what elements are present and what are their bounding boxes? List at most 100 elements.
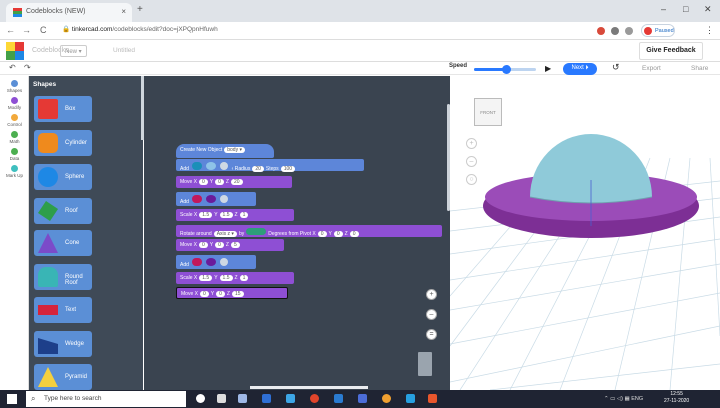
shape-block-box[interactable]: Box [34,96,92,122]
shape-block-cone[interactable]: Cone [34,230,92,256]
move-y-input[interactable]: 0 [215,242,224,248]
object-name-dropdown[interactable]: body ▾ [224,147,245,153]
zoom-out-button[interactable]: – [426,309,437,320]
color-swatch-icon[interactable] [206,162,217,170]
tinkercad-logo[interactable] [6,42,24,60]
window-maximize-button[interactable]: □ [683,4,688,14]
share-button[interactable]: Share [691,65,708,72]
browser-menu-icon[interactable]: ⋮ [705,25,714,36]
move-y-input[interactable]: 0 [216,291,225,297]
zoom-in-button[interactable]: + [426,289,437,300]
taskbar-app-icon[interactable] [334,394,343,403]
steps-input[interactable]: 100 [280,166,296,172]
shape-block-round-roof[interactable]: Round Roof [34,264,92,290]
taskbar-app-icon[interactable] [382,394,391,403]
scale-x-input[interactable]: 1.5 [199,212,213,218]
taskbar-app-icon[interactable] [358,394,367,403]
system-tray[interactable]: ⌃ ▭ ◁) ▦ ENG [604,396,643,402]
redo-icon[interactable]: ↷ [24,63,31,72]
color-swatch-icon[interactable] [206,258,217,266]
shape-block-roof[interactable]: Roof [34,198,92,224]
add-block[interactable]: Add [176,192,256,206]
add-block[interactable]: Add ‹ Radius 20 Steps 100 [176,159,364,172]
color-swatch-icon[interactable] [206,195,217,203]
new-dropdown-button[interactable]: New ▾ [60,45,87,57]
hole-toggle-icon[interactable] [220,258,229,266]
move-x-input[interactable]: 0 [199,291,209,297]
move-block[interactable]: Move X 0 Y 0 Z 20 [176,176,292,188]
rotate-block[interactable]: Rotate around Axis z ▾ by Degrees from Pivo… [176,225,442,237]
move-x-input[interactable]: 0 [198,242,208,248]
move-z-input[interactable]: 15 [231,291,244,297]
cortana-icon[interactable] [196,394,205,403]
scale-z-input[interactable]: 1 [239,212,249,218]
taskbar-app-icon[interactable] [428,394,437,403]
category-shapes[interactable]: Shapes [0,80,29,93]
pivot-z-input[interactable]: 0 [349,231,359,237]
task-view-icon[interactable] [217,394,226,403]
back-arrow-icon[interactable]: ← [6,25,15,35]
scale-z-input[interactable]: 1 [239,275,249,281]
shape-block-sphere[interactable]: Sphere [34,164,92,190]
move-block-selected[interactable]: Move X 0 Y 0 Z 15 [176,287,288,299]
category-control[interactable]: Control [0,114,29,127]
create-object-block[interactable]: Create New Object body ▾ [176,144,274,158]
shape-block-cylinder[interactable]: Cylinder [34,130,92,156]
scale-block[interactable]: Scale X 1.5 Y 1.5 Z 1 [176,272,294,284]
reset-icon[interactable]: ↺ [612,62,620,73]
new-tab-button[interactable]: + [137,4,143,15]
axis-dropdown[interactable]: Axis z ▾ [213,231,237,237]
windows-start-icon[interactable] [7,394,17,404]
fit-view-button[interactable]: ○ [466,174,477,185]
category-math[interactable]: Math [0,131,29,144]
tab-close-icon[interactable]: × [121,7,126,16]
trash-icon[interactable] [418,352,432,376]
taskbar-search-input[interactable]: ⌕ Type here to search [26,391,186,407]
forward-arrow-icon[interactable]: → [22,25,31,35]
pivot-x-input[interactable]: 0 [317,231,327,237]
shape-swatch-icon[interactable] [192,162,203,170]
shape-swatch-icon[interactable] [192,195,203,203]
move-block[interactable]: Move X0Y0Z5 [176,239,284,251]
zoom-out-view-button[interactable]: – [466,156,477,167]
zoom-in-view-button[interactable]: + [466,138,477,149]
extension-icon[interactable] [611,27,619,35]
move-z-input[interactable]: 20 [230,179,243,185]
category-modify[interactable]: Modify [0,97,29,110]
shape-block-pyramid[interactable]: Pyramid [34,364,92,390]
hole-toggle-icon[interactable] [220,195,229,203]
pivot-y-input[interactable]: 0 [333,231,343,237]
export-button[interactable]: Export [642,65,661,72]
edge-icon[interactable] [286,394,295,403]
category-data[interactable]: Data [0,148,29,161]
window-minimize-button[interactable]: – [661,4,666,14]
move-z-input[interactable]: 5 [230,242,240,248]
radius-input[interactable]: 20 [252,166,264,172]
window-close-button[interactable]: ✕ [704,4,712,15]
taskbar-app-icon[interactable] [406,394,415,403]
browser-tab[interactable]: Codeblocks (NEW) × [6,3,132,22]
speed-slider[interactable] [474,65,536,74]
scale-x-input[interactable]: 1.5 [199,275,213,281]
degrees-input[interactable] [246,228,267,235]
scale-y-input[interactable]: 1.5 [219,275,233,281]
give-feedback-button[interactable]: Give Feedback [639,42,703,60]
hole-toggle-icon[interactable] [220,162,229,170]
extension-icon[interactable] [597,27,605,35]
scale-y-input[interactable]: 1.5 [219,212,233,218]
add-block[interactable]: Add [176,255,256,269]
speed-slider-knob[interactable] [502,65,511,74]
view-cube[interactable]: FRONT [474,98,502,126]
shape-block-wedge[interactable]: Wedge [34,331,92,357]
scale-block[interactable]: Scale X 1.5 Y 1.5 Z 1 [176,209,294,221]
taskbar-clock[interactable]: 12:55 27-11-2020 [664,391,689,405]
move-x-input[interactable]: 0 [198,179,208,185]
workspace-horizontal-scrollbar[interactable] [250,386,368,389]
reload-icon[interactable]: C [40,25,47,35]
star-bookmark-icon[interactable] [625,27,633,35]
undo-icon[interactable]: ↶ [9,63,16,72]
shape-swatch-icon[interactable] [192,258,203,266]
shape-block-text[interactable]: Text [34,297,92,323]
taskbar-app-icon[interactable] [238,394,247,403]
url-field[interactable]: 🔒 tinkercad.com/codeblocks/edit?doc=jXPQ… [62,25,422,33]
